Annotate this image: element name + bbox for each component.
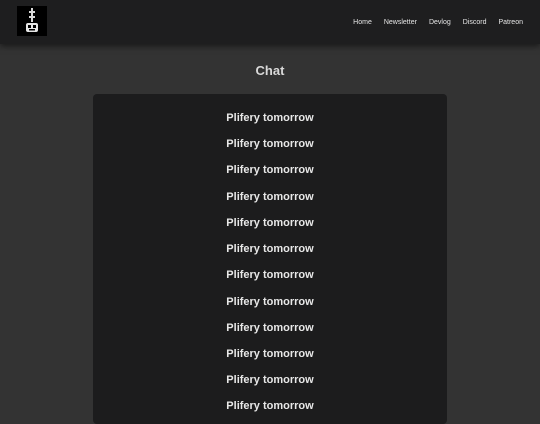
chat-message: Plifery tomorrow [226, 348, 314, 360]
chat-message: Plifery tomorrow [226, 269, 314, 281]
chat-message: Plifery tomorrow [226, 296, 314, 308]
nav-patreon-link[interactable]: Patreon [498, 19, 523, 26]
main-nav: Home Newsletter Devlog Discord Patreon [341, 0, 523, 44]
nav-home-link[interactable]: Home [353, 19, 372, 26]
nav-devlog-link[interactable]: Devlog [429, 19, 451, 26]
chat-message: Plifery tomorrow [226, 112, 314, 124]
nav-newsletter-link[interactable]: Newsletter [384, 19, 417, 26]
chat-message: Plifery tomorrow [226, 138, 314, 150]
chat-message: Plifery tomorrow [226, 400, 314, 412]
chat-message: Plifery tomorrow [226, 191, 314, 203]
chat-message: Plifery tomorrow [226, 164, 314, 176]
chat-message: Plifery tomorrow [226, 322, 314, 334]
chat-panel[interactable]: Plifery tomorrow Plifery tomorrow Plifer… [93, 94, 447, 424]
nav-discord-link[interactable]: Discord [463, 19, 487, 26]
top-navbar: Home Newsletter Devlog Discord Patreon [0, 0, 540, 44]
chat-message: Plifery tomorrow [226, 374, 314, 386]
chat-message: Plifery tomorrow [226, 243, 314, 255]
robot-logo-icon[interactable] [17, 6, 47, 36]
chat-message: Plifery tomorrow [226, 217, 314, 229]
page-title: Chat [255, 63, 285, 78]
